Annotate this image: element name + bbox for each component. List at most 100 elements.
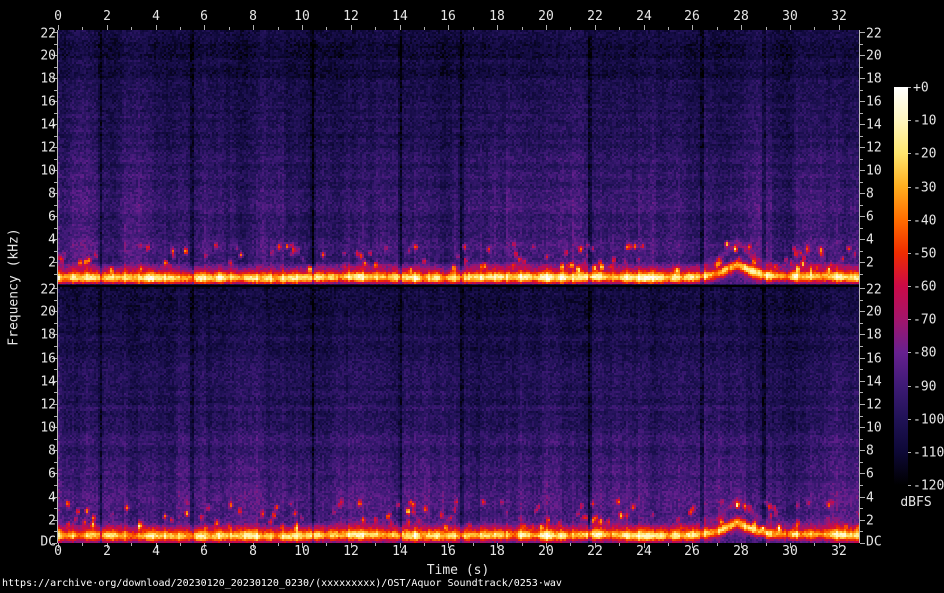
freq-tick [860,239,865,240]
freq-tick [860,136,863,137]
time-tick-label: 22 [587,9,603,24]
time-tick [448,25,449,30]
colorbar-tick-label: -50 [913,246,937,262]
time-tick [302,25,303,30]
colorbar-tick [908,87,911,88]
time-tick [522,543,523,546]
freq-tick [860,78,865,79]
freq-tick-label: 18 [40,327,56,343]
freq-tick-label: 8 [866,443,874,459]
freq-tick-label: 14 [866,117,882,133]
time-tick-label: 18 [489,544,505,559]
frequency-axis-label: Frequency (kHz) [6,228,22,346]
freq-tick-label: 18 [40,71,56,87]
colorbar-unit-label: dBFS [900,495,932,510]
dc-tick-label: DC [866,534,882,550]
colorbar-tick-label: -110 [913,445,944,461]
colorbar-tick-label: -70 [913,312,937,328]
time-tick-label: 0 [54,9,62,24]
time-tick-label: 28 [733,544,749,559]
freq-tick-label: 10 [866,420,882,436]
freq-tick [860,124,865,125]
colorbar-tick [908,120,911,121]
freq-tick-label: 8 [48,186,56,202]
freq-tick-label: 18 [866,71,882,87]
time-tick-label: 32 [831,9,847,24]
freq-tick [54,159,57,160]
time-tick [570,543,571,546]
freq-tick [54,113,57,114]
time-tick [814,543,815,546]
time-tick [326,27,327,30]
time-tick [180,27,181,30]
freq-tick-label: 12 [866,140,882,156]
freq-tick [860,450,865,451]
freq-tick [54,251,57,252]
time-tick-label: 16 [440,544,456,559]
time-tick [107,25,108,30]
time-tick [131,27,132,30]
colorbar-tick [908,386,911,387]
freq-tick-label: 16 [40,94,56,110]
freq-tick [54,439,57,440]
spectrogram-figure: Frequency (kHz) 0 0 2 2 4 4 6 6 8 8 10 10 12 12 14 14 16… [0,0,944,593]
freq-tick [860,508,863,509]
colorbar-tick-label: +0 [913,80,929,96]
time-axis-label: Time (s) [426,563,490,578]
freq-tick-label: 14 [866,374,882,390]
colorbar-tick-label: -120 [913,478,944,494]
freq-tick-label: 10 [40,420,56,436]
time-tick-label: 4 [152,544,160,559]
time-tick-label: 8 [249,9,257,24]
freq-tick [860,182,863,183]
freq-tick [54,228,57,229]
freq-tick-label: 6 [866,466,874,482]
dc-tick-label: DC [40,534,56,550]
freq-tick [860,251,863,252]
freq-tick [860,147,865,148]
time-tick-label: 10 [294,9,310,24]
colorbar-gradient [894,87,908,485]
freq-tick-label: 4 [866,232,874,248]
freq-tick-label: 4 [48,490,56,506]
freq-tick-label: 6 [866,209,874,225]
right-axis-line [859,30,860,543]
time-tick [351,25,352,30]
freq-tick [860,334,865,335]
freq-tick [860,520,865,521]
time-tick [82,543,83,546]
time-tick [595,25,596,30]
freq-tick [54,274,57,275]
time-tick-label: 30 [782,544,798,559]
freq-tick [860,392,863,393]
time-tick [522,27,523,30]
time-tick [570,27,571,30]
freq-tick [860,274,863,275]
colorbar-tick [908,419,911,420]
freq-tick-label: 14 [40,117,56,133]
freq-tick-label: 10 [40,163,56,179]
time-tick [546,25,547,30]
freq-tick [860,531,863,532]
freq-tick [860,358,865,359]
freq-tick-label: 18 [866,327,882,343]
freq-tick [860,473,865,474]
time-tick [790,25,791,30]
freq-tick-label: 20 [866,304,882,320]
time-tick-label: 24 [636,9,652,24]
freq-tick-label: 2 [866,255,874,271]
freq-tick-label: 2 [48,513,56,529]
freq-tick [860,32,865,33]
time-tick-label: 20 [538,9,554,24]
time-tick [424,543,425,546]
colorbar-tick-label: -20 [913,146,937,162]
time-tick [619,27,620,30]
colorbar-tick-label: -10 [913,113,937,129]
freq-tick-label: 8 [48,443,56,459]
time-tick [204,25,205,30]
freq-tick-label: 14 [40,374,56,390]
freq-tick-label: 16 [40,351,56,367]
freq-tick-label: 16 [866,351,882,367]
time-tick [473,543,474,546]
time-tick [253,25,254,30]
